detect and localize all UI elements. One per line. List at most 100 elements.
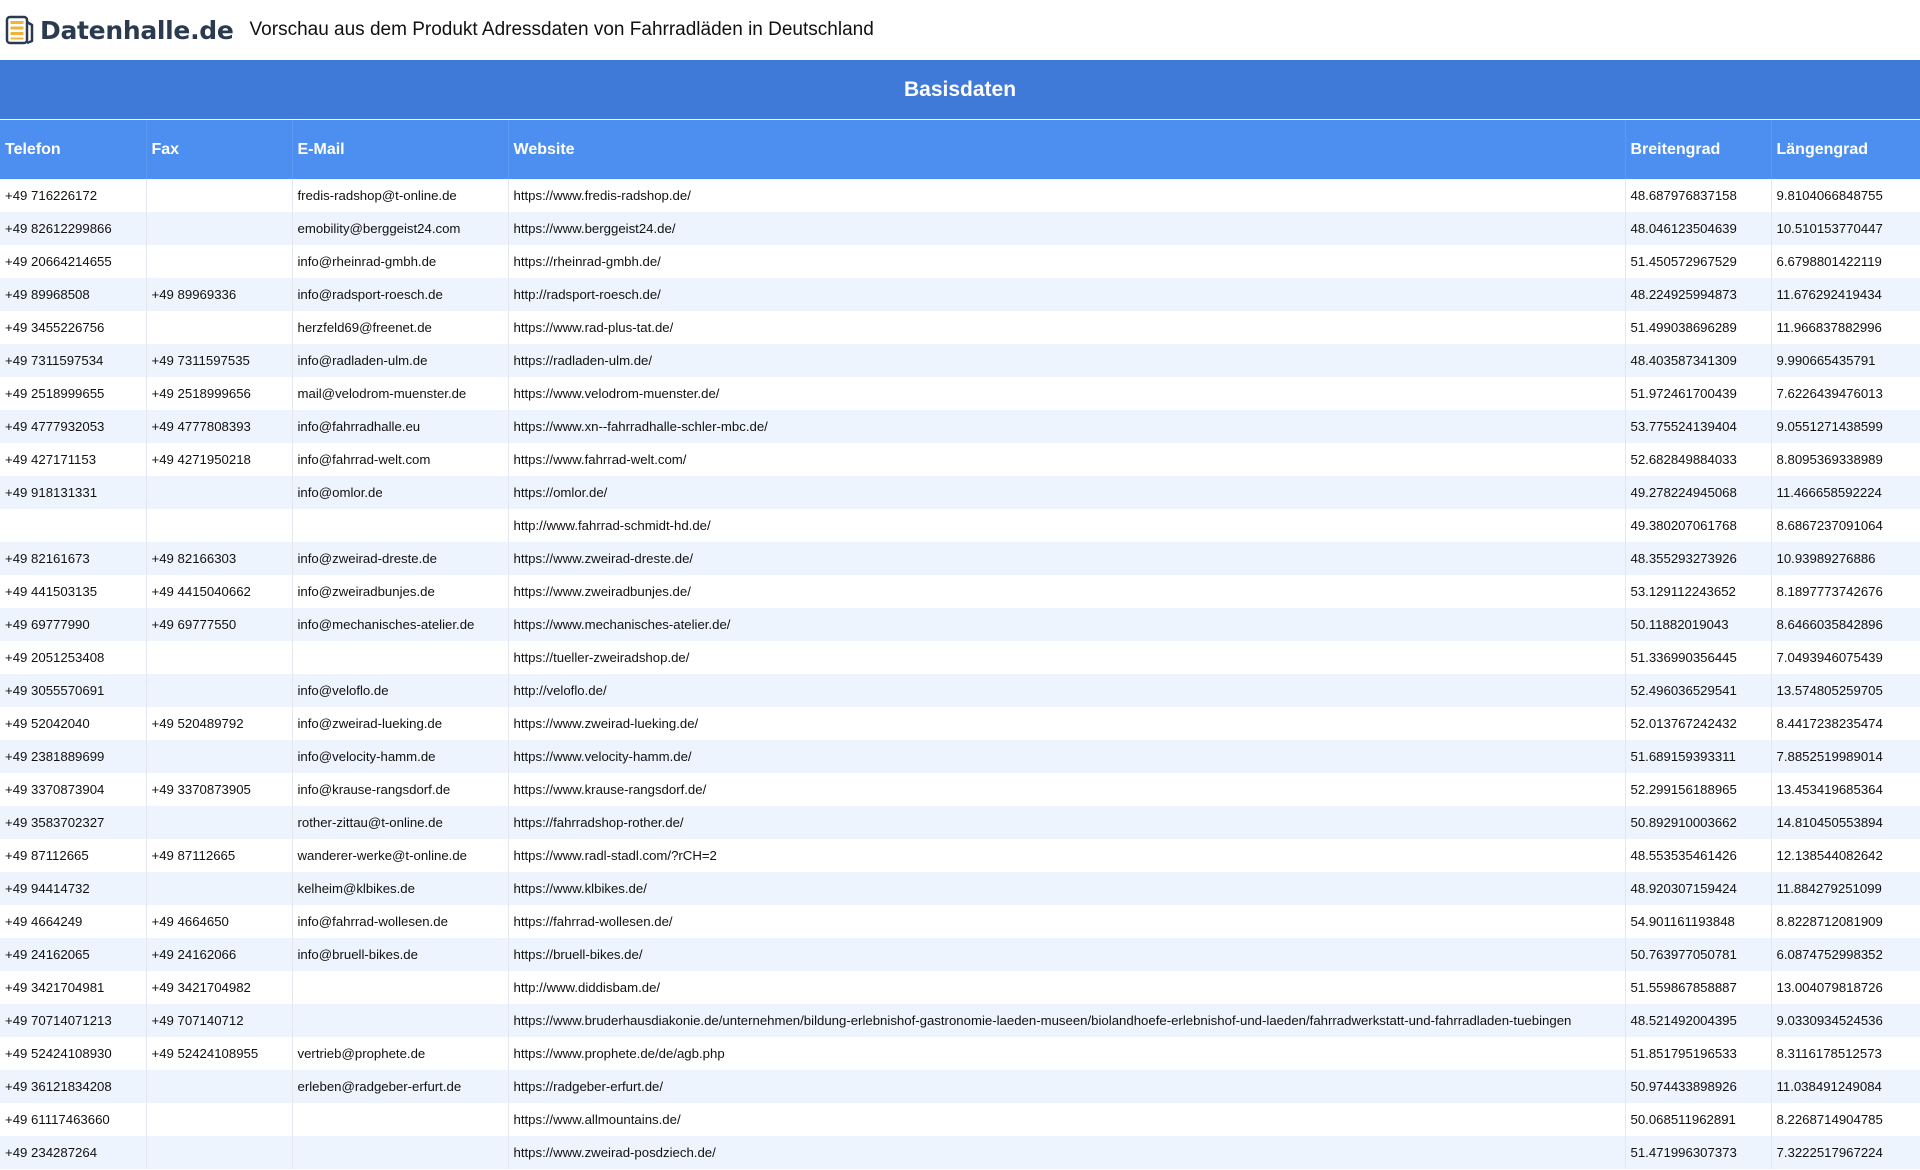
website-link[interactable]: https://fahrradshop-rother.de/ <box>514 815 684 830</box>
email-link[interactable]: info@zweiradbunjes.de <box>298 584 435 599</box>
laengengrad-cell: 11.676292419434 <box>1770 278 1920 311</box>
website-link[interactable]: http://www.fahrrad-schmidt-hd.de/ <box>514 518 711 533</box>
email-link[interactable]: vertrieb@prophete.de <box>298 1046 426 1061</box>
email-link[interactable]: herzfeld69@freenet.de <box>298 320 432 335</box>
email-link[interactable]: rother-zittau@t-online.de <box>298 815 443 830</box>
website-link[interactable]: https://www.velodrom-muenster.de/ <box>514 386 720 401</box>
email-link[interactable]: info@radsport-roesch.de <box>298 287 443 302</box>
website-link[interactable]: https://www.mechanisches-atelier.de/ <box>514 617 731 632</box>
email-link[interactable]: info@fahrradhalle.eu <box>298 419 421 434</box>
website-link[interactable]: https://fahrrad-wollesen.de/ <box>514 914 673 929</box>
website-link[interactable]: https://www.fredis-radshop.de/ <box>514 188 691 203</box>
laengengrad-cell: 9.8104066848755 <box>1770 179 1920 212</box>
table-row: +49 24162065 +49 24162066 info@bruell-bike… <box>0 938 1920 971</box>
email-link[interactable]: emobility@berggeist24.com <box>298 221 461 236</box>
email-cell: info@zweirad-lueking.de <box>291 707 508 740</box>
fax-cell: +49 4271950218 <box>145 443 292 476</box>
fax-cell: +49 4415040662 <box>145 575 292 608</box>
telefon-cell: +49 70714071213 <box>0 1004 146 1037</box>
website-link[interactable]: https://www.zweirad-lueking.de/ <box>514 716 699 731</box>
email-link[interactable]: info@bruell-bikes.de <box>298 947 418 962</box>
table-row: +49 70714071213 +49 707140712 https://www.… <box>0 1004 1920 1037</box>
email-link[interactable]: info@rheinrad-gmbh.de <box>298 254 437 269</box>
breitengrad-cell: 48.046123504639 <box>1624 212 1771 245</box>
website-link[interactable]: http://www.diddisbam.de/ <box>514 980 661 995</box>
email-link[interactable]: info@zweirad-dreste.de <box>298 551 437 566</box>
laengengrad-cell: 8.1897773742676 <box>1770 575 1920 608</box>
telefon-cell: +49 69777990 <box>0 608 146 641</box>
website-link[interactable]: https://www.allmountains.de/ <box>514 1112 681 1127</box>
laengengrad-cell: 11.966837882996 <box>1770 311 1920 344</box>
fax-cell <box>145 872 292 905</box>
email-link[interactable]: kelheim@klbikes.de <box>298 881 415 896</box>
email-cell <box>291 971 508 1004</box>
table-row: +49 82612299866 emobility@berggeist24.com… <box>0 212 1920 245</box>
table-row: http://www.fahrrad-schmidt-hd.de/49.3802… <box>0 509 1920 542</box>
table-row: +49 234287264 https://www.zweirad-posdzie… <box>0 1136 1920 1169</box>
website-cell: https://www.zweirad-dreste.de/ <box>507 542 1625 575</box>
table-row: +49 2051253408 https://tueller-zweiradsho… <box>0 641 1920 674</box>
laengengrad-cell: 7.6226439476013 <box>1770 377 1920 410</box>
website-link[interactable]: https://rheinrad-gmbh.de/ <box>514 254 661 269</box>
email-link[interactable]: info@fahrrad-welt.com <box>298 452 431 467</box>
column-header-website[interactable]: Website <box>507 119 1625 179</box>
website-link[interactable]: https://www.zweirad-posdziech.de/ <box>514 1145 716 1160</box>
database-icon <box>4 14 36 46</box>
table-row: +49 3455226756 herzfeld69@freenet.de https… <box>0 311 1920 344</box>
fax-cell: +49 520489792 <box>145 707 292 740</box>
email-link[interactable]: info@omlor.de <box>298 485 383 500</box>
website-link[interactable]: https://www.velocity-hamm.de/ <box>514 749 692 764</box>
website-link[interactable]: https://www.zweiradbunjes.de/ <box>514 584 691 599</box>
website-link[interactable]: https://www.krause-rangsdorf.de/ <box>514 782 707 797</box>
breitengrad-cell: 52.496036529541 <box>1624 674 1771 707</box>
column-header-telefon[interactable]: Telefon <box>0 119 146 179</box>
website-cell: https://tueller-zweiradshop.de/ <box>507 641 1625 674</box>
website-link[interactable]: https://tueller-zweiradshop.de/ <box>514 650 690 665</box>
breitengrad-cell: 50.974433898926 <box>1624 1070 1771 1103</box>
email-link[interactable]: info@velocity-hamm.de <box>298 749 436 764</box>
website-link[interactable]: https://www.fahrrad-welt.com/ <box>514 452 687 467</box>
email-link[interactable]: wanderer-werke@t-online.de <box>298 848 468 863</box>
column-header-breitengrad[interactable]: Breitengrad <box>1624 119 1771 179</box>
breitengrad-cell: 48.224925994873 <box>1624 278 1771 311</box>
fax-cell <box>145 1136 292 1169</box>
website-link[interactable]: https://radgeber-erfurt.de/ <box>514 1079 664 1094</box>
email-cell <box>291 1103 508 1136</box>
telefon-cell: +49 36121834208 <box>0 1070 146 1103</box>
website-cell: https://www.velodrom-muenster.de/ <box>507 377 1625 410</box>
breitengrad-cell: 48.521492004395 <box>1624 1004 1771 1037</box>
website-link[interactable]: https://omlor.de/ <box>514 485 608 500</box>
email-link[interactable]: info@veloflo.de <box>298 683 389 698</box>
column-header-fax[interactable]: Fax <box>145 119 292 179</box>
table-row: +49 3370873904 +49 3370873905 info@krause-… <box>0 773 1920 806</box>
website-link[interactable]: https://www.rad-plus-tat.de/ <box>514 320 674 335</box>
brand-logo-link[interactable]: Datenhalle.de <box>4 14 234 46</box>
telefon-cell: +49 3455226756 <box>0 311 146 344</box>
website-link[interactable]: http://veloflo.de/ <box>514 683 607 698</box>
email-link[interactable]: info@krause-rangsdorf.de <box>298 782 451 797</box>
website-link[interactable]: http://radsport-roesch.de/ <box>514 287 661 302</box>
table-row: +49 94414732 kelheim@klbikes.de https://ww… <box>0 872 1920 905</box>
website-link[interactable]: https://www.xn--fahrradhalle-schler-mbc.… <box>514 419 768 434</box>
email-link[interactable]: info@mechanisches-atelier.de <box>298 617 475 632</box>
website-link[interactable]: https://www.klbikes.de/ <box>514 881 647 896</box>
email-link[interactable]: mail@velodrom-muenster.de <box>298 386 467 401</box>
website-link[interactable]: https://www.prophete.de/de/agb.php <box>514 1046 725 1061</box>
column-header-laengengrad[interactable]: Längengrad <box>1770 119 1920 179</box>
column-header-email[interactable]: E-Mail <box>291 119 508 179</box>
laengengrad-cell: 8.4417238235474 <box>1770 707 1920 740</box>
website-cell: https://bruell-bikes.de/ <box>507 938 1625 971</box>
website-link[interactable]: https://bruell-bikes.de/ <box>514 947 643 962</box>
website-link[interactable]: https://www.berggeist24.de/ <box>514 221 676 236</box>
website-link[interactable]: https://www.zweirad-dreste.de/ <box>514 551 694 566</box>
email-link[interactable]: info@radladen-ulm.de <box>298 353 428 368</box>
email-cell: vertrieb@prophete.de <box>291 1037 508 1070</box>
website-link[interactable]: https://radladen-ulm.de/ <box>514 353 653 368</box>
email-link[interactable]: info@zweirad-lueking.de <box>298 716 443 731</box>
email-link[interactable]: info@fahrrad-wollesen.de <box>298 914 448 929</box>
email-link[interactable]: erleben@radgeber-erfurt.de <box>298 1079 462 1094</box>
website-link[interactable]: https://www.bruderhausdiakonie.de/untern… <box>514 1013 1572 1028</box>
email-link[interactable]: fredis-radshop@t-online.de <box>298 188 457 203</box>
website-link[interactable]: https://www.radl-stadl.com/?rCH=2 <box>514 848 717 863</box>
data-table-container[interactable]: Basisdaten Telefon Fax E-Mail Website Br… <box>0 60 1920 1170</box>
